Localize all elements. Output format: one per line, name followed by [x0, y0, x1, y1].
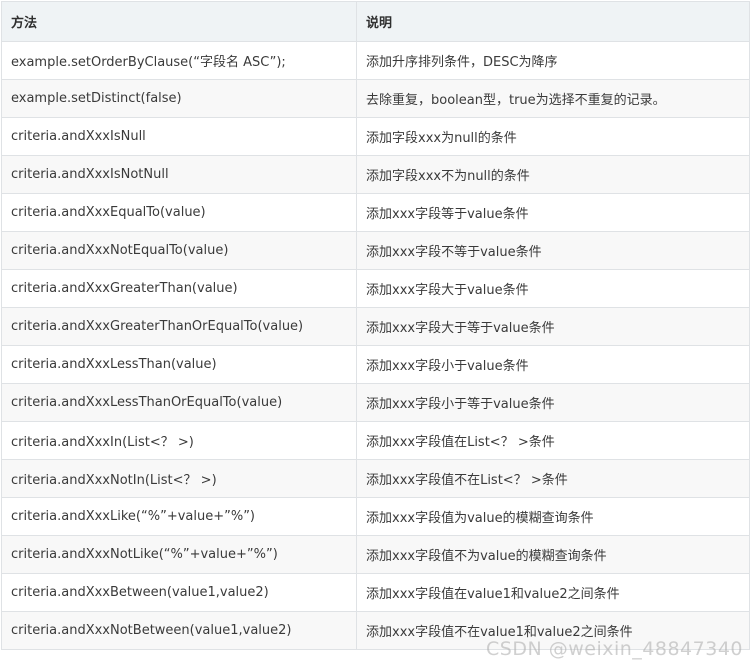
method-cell: example.setDistinct(false): [1, 79, 357, 118]
description-cell: 添加xxx字段值不在List<？ >条件: [356, 459, 750, 498]
description-cell: 添加xxx字段等于value条件: [356, 193, 750, 232]
table-row: criteria.andXxxIsNotNull 添加字段xxx不为null的条…: [1, 155, 750, 194]
description-cell: 添加xxx字段值不在value1和value2之间条件: [356, 611, 750, 650]
description-cell: 添加xxx字段小于等于value条件: [356, 383, 750, 422]
method-cell: criteria.andXxxGreaterThanOrEqualTo(valu…: [1, 307, 357, 346]
description-cell: 添加xxx字段小于value条件: [356, 345, 750, 384]
table-row: example.setOrderByClause(“字段名 ASC”); 添加升…: [1, 41, 750, 80]
method-cell: criteria.andXxxLessThan(value): [1, 345, 357, 384]
method-cell: criteria.andXxxBetween(value1,value2): [1, 573, 357, 612]
description-cell: 添加xxx字段值在value1和value2之间条件: [356, 573, 750, 612]
method-cell: criteria.andXxxEqualTo(value): [1, 193, 357, 232]
method-cell: criteria.andXxxNotBetween(value1,value2): [1, 611, 357, 650]
table-row: criteria.andXxxBetween(value1,value2) 添加…: [1, 573, 750, 612]
description-cell: 去除重复，boolean型，true为选择不重复的记录。: [356, 79, 750, 118]
methods-table: 方法 说明 example.setOrderByClause(“字段名 ASC”…: [1, 1, 750, 650]
description-cell: 添加xxx字段大于等于value条件: [356, 307, 750, 346]
description-cell: 添加xxx字段不等于value条件: [356, 231, 750, 270]
table-row: criteria.andXxxLessThan(value) 添加xxx字段小于…: [1, 345, 750, 384]
table-row: criteria.andXxxNotBetween(value1,value2)…: [1, 611, 750, 650]
table-header: 方法 说明: [1, 1, 750, 42]
header-description: 说明: [356, 1, 750, 42]
table-row: example.setDistinct(false) 去除重复，boolean型…: [1, 79, 750, 118]
table-row: criteria.andXxxIn(List<？ >) 添加xxx字段值在Lis…: [1, 421, 750, 460]
description-cell: 添加xxx字段值在List<？ >条件: [356, 421, 750, 460]
table-row: criteria.andXxxNotIn(List<？ >) 添加xxx字段值不…: [1, 459, 750, 498]
description-cell: 添加字段xxx不为null的条件: [356, 155, 750, 194]
table-body: example.setOrderByClause(“字段名 ASC”); 添加升…: [1, 41, 750, 650]
table-row: criteria.andXxxLike(“%”+value+”%”) 添加xxx…: [1, 497, 750, 536]
description-cell: 添加升序排列条件，DESC为降序: [356, 41, 750, 80]
header-row: 方法 说明: [1, 1, 750, 42]
method-cell: criteria.andXxxNotEqualTo(value): [1, 231, 357, 270]
table-row: criteria.andXxxGreaterThan(value) 添加xxx字…: [1, 269, 750, 308]
description-cell: 添加xxx字段值不为value的模糊查询条件: [356, 535, 750, 574]
description-cell: 添加xxx字段值为value的模糊查询条件: [356, 497, 750, 536]
method-cell: criteria.andXxxIsNull: [1, 117, 357, 156]
description-cell: 添加xxx字段大于value条件: [356, 269, 750, 308]
method-cell: criteria.andXxxLessThanOrEqualTo(value): [1, 383, 357, 422]
method-cell: criteria.andXxxIn(List<？ >): [1, 421, 357, 460]
description-cell: 添加字段xxx为null的条件: [356, 117, 750, 156]
method-cell: criteria.andXxxNotIn(List<？ >): [1, 459, 357, 498]
table-row: criteria.andXxxNotLike(“%”+value+”%”) 添加…: [1, 535, 750, 574]
method-cell: example.setOrderByClause(“字段名 ASC”);: [1, 41, 357, 80]
table-row: criteria.andXxxIsNull 添加字段xxx为null的条件: [1, 117, 750, 156]
table-row: criteria.andXxxLessThanOrEqualTo(value) …: [1, 383, 750, 422]
table-row: criteria.andXxxGreaterThanOrEqualTo(valu…: [1, 307, 750, 346]
method-cell: criteria.andXxxGreaterThan(value): [1, 269, 357, 308]
table-row: criteria.andXxxNotEqualTo(value) 添加xxx字段…: [1, 231, 750, 270]
method-cell: criteria.andXxxLike(“%”+value+”%”): [1, 497, 357, 536]
table-row: criteria.andXxxEqualTo(value) 添加xxx字段等于v…: [1, 193, 750, 232]
method-cell: criteria.andXxxIsNotNull: [1, 155, 357, 194]
header-method: 方法: [1, 1, 357, 42]
method-cell: criteria.andXxxNotLike(“%”+value+”%”): [1, 535, 357, 574]
